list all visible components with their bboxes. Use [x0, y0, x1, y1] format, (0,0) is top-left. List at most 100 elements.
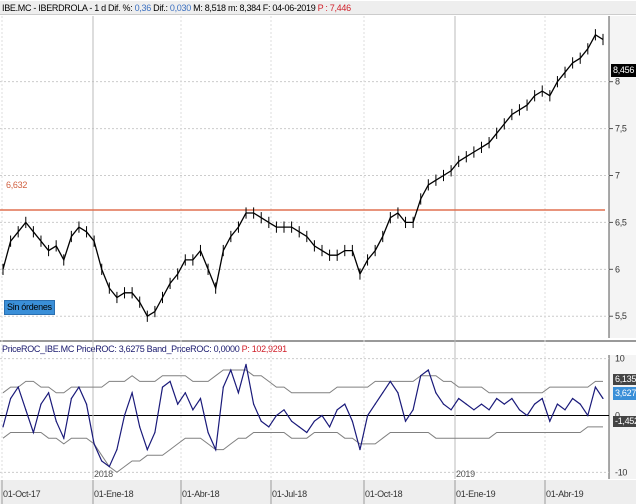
year-label: 2019 — [456, 469, 475, 479]
roc-point — [511, 397, 513, 400]
roc-point — [275, 414, 278, 417]
roc-point — [177, 403, 179, 405]
lower-band-label: -1,452 — [613, 416, 636, 427]
year-label: 2018 — [94, 469, 113, 479]
upper-band-label: 6,135 — [613, 374, 636, 385]
roc-point — [389, 380, 391, 383]
price-tick-label: 7,5 — [615, 124, 627, 134]
date-tick-label: 01-Oct-17 — [3, 489, 41, 499]
roc-point — [70, 397, 72, 400]
roc-point — [184, 392, 186, 394]
orders-button[interactable]: Sin órdenes — [4, 300, 55, 315]
roc-point — [47, 392, 50, 394]
roc-point — [207, 431, 209, 434]
price-tick-label: 7 — [615, 171, 620, 181]
roc-point — [78, 386, 80, 388]
roc-point — [321, 414, 323, 417]
roc-point — [154, 431, 156, 434]
roc-point — [313, 420, 315, 422]
roc-point — [549, 420, 551, 422]
last-price-label: 8,456 — [611, 64, 636, 77]
roc-tick-label: 10 — [615, 354, 625, 364]
roc-point — [382, 392, 384, 394]
roc-point — [488, 409, 490, 411]
roc-point — [473, 409, 475, 411]
roc-point — [465, 403, 467, 405]
chart-svg[interactable]: 87,576,565,5100-1001-Oct-1701-Ene-1801-A… — [0, 0, 636, 504]
roc-point — [518, 409, 521, 411]
roc-point — [85, 403, 88, 405]
date-tick-label: 01-Ene-18 — [94, 489, 134, 499]
price-tick-label: 6 — [615, 264, 620, 274]
roc-point — [17, 386, 19, 388]
roc-point — [101, 460, 103, 462]
roc-point — [404, 420, 407, 422]
roc-point — [359, 448, 361, 451]
roc-point — [291, 420, 293, 422]
roc-point — [40, 403, 42, 405]
date-tick-label: 01-Abr-19 — [546, 489, 584, 499]
roc-point — [268, 426, 270, 428]
roc-point — [192, 409, 194, 411]
roc-point — [169, 380, 171, 383]
roc-point — [63, 437, 65, 439]
roc-point — [123, 414, 126, 417]
roc-point — [328, 426, 331, 428]
roc-point — [534, 403, 536, 405]
roc-point — [116, 448, 118, 451]
roc-point — [161, 386, 164, 388]
date-tick-label: 01-Ene-19 — [456, 489, 496, 499]
roc-point — [541, 397, 543, 400]
roc-point — [564, 409, 566, 411]
roc-point — [131, 392, 133, 394]
roc-point — [260, 420, 262, 422]
roc-point — [215, 448, 217, 451]
roc-point — [594, 386, 597, 388]
roc-point — [587, 414, 589, 417]
price-tick-label: 8 — [615, 77, 620, 87]
price-tick-label: 6,5 — [615, 217, 627, 227]
roc-current-label: 3,627 — [613, 387, 636, 400]
roc-point — [496, 397, 498, 400]
roc-point — [2, 426, 4, 428]
roc-point — [435, 392, 437, 394]
date-tick-label: 01-Oct-18 — [365, 489, 403, 499]
roc-point — [526, 414, 528, 417]
roc-point — [450, 409, 452, 411]
roc-point — [283, 409, 285, 411]
roc-point — [412, 409, 414, 411]
roc-point — [480, 403, 483, 405]
roc-point — [344, 403, 346, 405]
roc-point — [139, 426, 141, 428]
roc-point — [253, 403, 255, 405]
roc-point — [222, 386, 224, 388]
date-tick-label: 01-Abr-18 — [182, 489, 220, 499]
roc-point — [602, 397, 604, 400]
roc-point — [199, 397, 202, 400]
roc-point — [442, 403, 445, 405]
price-tick-label: 5,5 — [615, 311, 627, 321]
level-label: 6,632 — [6, 180, 28, 190]
roc-point — [420, 375, 422, 377]
roc-point — [427, 369, 429, 371]
roc-point — [579, 403, 581, 405]
roc-point — [572, 397, 574, 400]
roc-point — [306, 431, 308, 434]
roc-point — [108, 466, 110, 468]
roc-point — [93, 443, 95, 445]
roc-point — [9, 397, 12, 400]
roc-point — [55, 420, 57, 422]
roc-point — [503, 403, 505, 405]
roc-tick-label: -10 — [615, 467, 627, 477]
roc-point — [32, 431, 34, 434]
roc-point — [336, 409, 338, 411]
roc-point — [298, 426, 300, 428]
roc-point — [237, 392, 240, 394]
roc-point — [230, 369, 232, 371]
roc-point — [458, 397, 460, 400]
roc-point — [366, 414, 369, 417]
roc-point — [374, 403, 376, 405]
roc-point — [146, 448, 148, 451]
roc-point — [556, 403, 559, 405]
date-tick-label: 01-Jul-18 — [272, 489, 307, 499]
